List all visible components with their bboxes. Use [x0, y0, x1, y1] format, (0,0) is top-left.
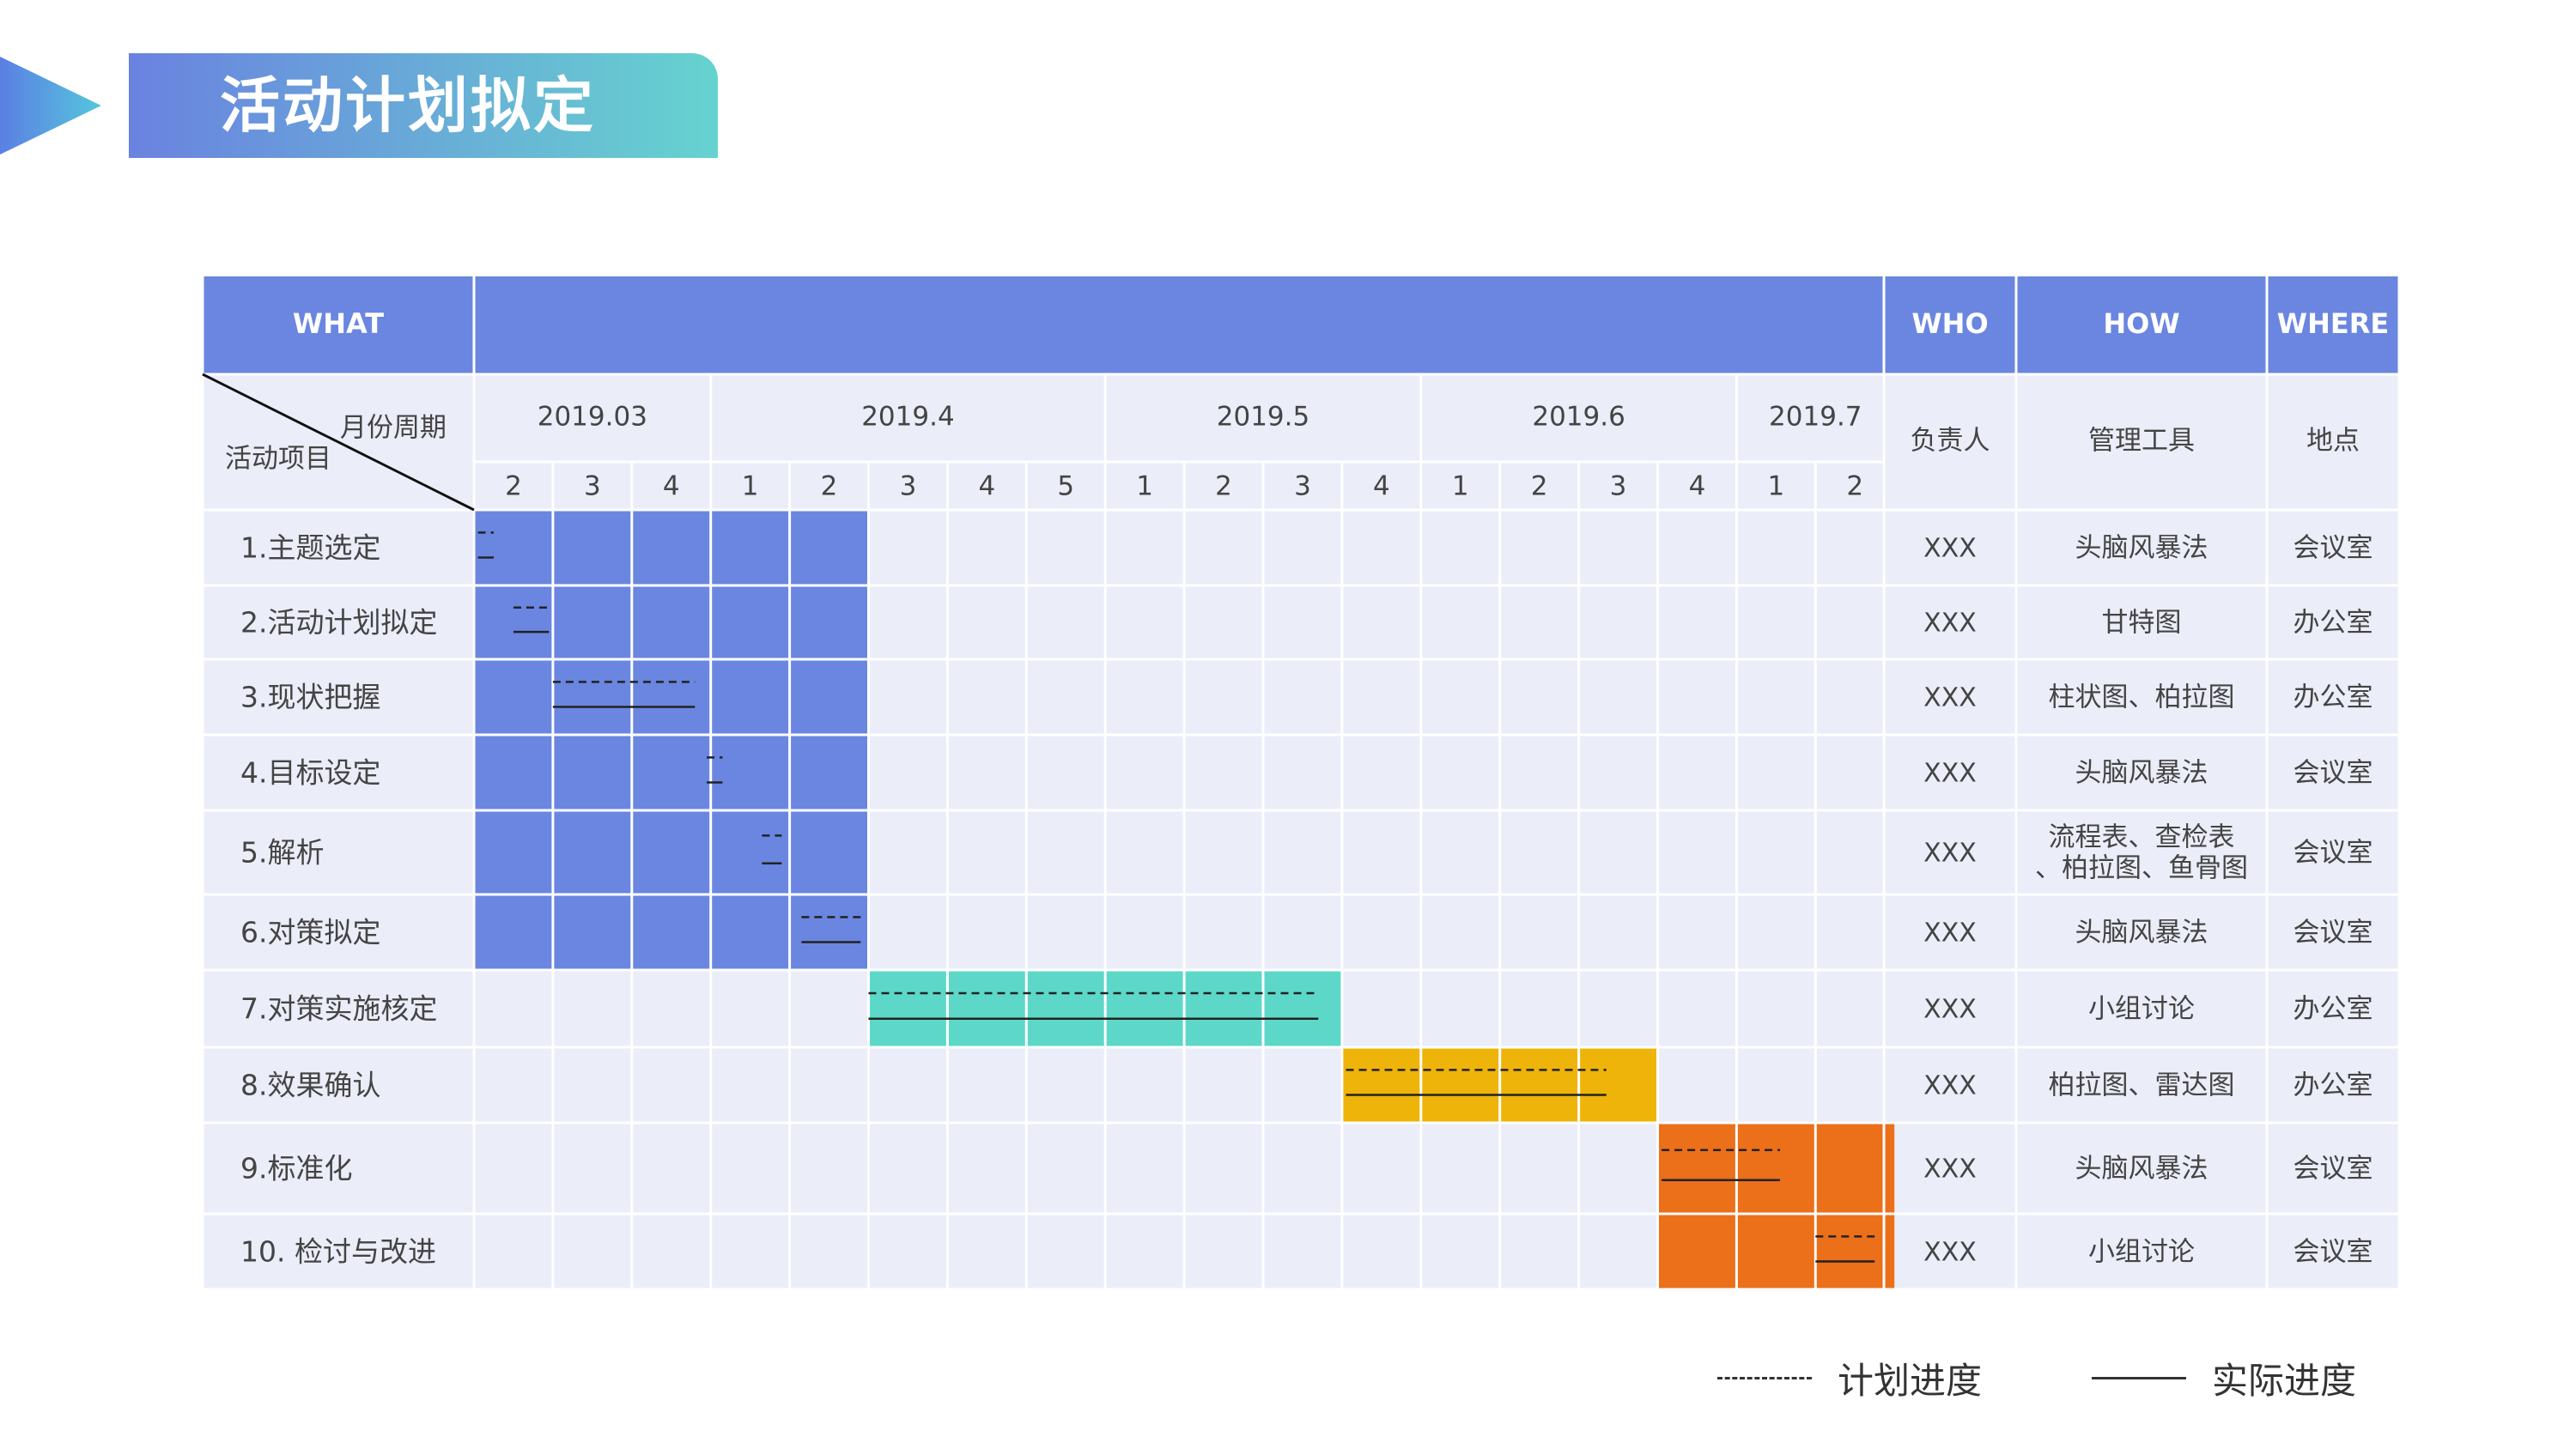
activity-name-4: 4.目标设定 — [240, 756, 381, 790]
week-label: 4 — [1689, 471, 1706, 502]
activity-name-9: 9.标准化 — [240, 1152, 353, 1185]
week-label: 1 — [742, 471, 759, 502]
week-label: 2 — [1215, 471, 1232, 502]
activity-fill-5 — [474, 810, 869, 894]
header-how: HOW — [2103, 307, 2179, 340]
week-label: 4 — [663, 471, 680, 502]
owner-1: XXX — [1923, 534, 1977, 564]
legend-actual-label: 实际进度 — [2212, 1359, 2357, 1402]
tool-2: 甘特图 — [2102, 608, 2182, 639]
table-header — [203, 276, 2399, 374]
legend-actual-line — [2092, 1376, 2186, 1379]
week-label: 3 — [584, 471, 601, 502]
owner-7: XXX — [1923, 995, 1977, 1025]
tool-5-line1: 流程表、查检表 — [2049, 822, 2235, 853]
location-10: 会议室 — [2293, 1237, 2373, 1268]
week-label: 3 — [900, 471, 917, 502]
month-label-2: 2019.4 — [861, 402, 954, 433]
activity-fill-10 — [1657, 1214, 1895, 1289]
tool-1: 头脑风暴法 — [2075, 533, 2208, 564]
header-what: WHAT — [293, 307, 384, 340]
tool-4: 头脑风暴法 — [2075, 758, 2208, 789]
header-who: WHO — [1911, 307, 1988, 340]
location-3: 办公室 — [2293, 682, 2373, 713]
location-2: 办公室 — [2293, 608, 2373, 639]
tool-3: 柱状图、柏拉图 — [2049, 682, 2235, 713]
location-8: 办公室 — [2293, 1070, 2373, 1101]
week-label: 3 — [1610, 471, 1627, 502]
legend-plan-label: 计划进度 — [1838, 1359, 1983, 1402]
corner-label-period: 月份周期 — [340, 413, 447, 444]
owner-3: XXX — [1923, 683, 1977, 713]
location-1: 会议室 — [2293, 533, 2373, 564]
owner-4: XXX — [1923, 759, 1977, 789]
subheader-who: 负责人 — [1911, 426, 1990, 457]
owner-6: XXX — [1923, 919, 1977, 949]
week-label: 4 — [1373, 471, 1390, 502]
tool-6: 头脑风暴法 — [2075, 918, 2208, 949]
week-label: 2 — [821, 471, 838, 502]
activity-fill-3 — [474, 659, 869, 735]
tool-9: 头脑风暴法 — [2075, 1154, 2208, 1185]
week-label: 3 — [1294, 471, 1311, 502]
subheader-how: 管理工具 — [2088, 426, 2195, 457]
owner-8: XXX — [1923, 1071, 1977, 1101]
month-label-4: 2019.6 — [1532, 402, 1625, 433]
tool-8: 柏拉图、雷达图 — [2049, 1070, 2235, 1101]
tool-10: 小组讨论 — [2088, 1237, 2195, 1268]
owner-9: XXX — [1923, 1155, 1977, 1185]
location-4: 会议室 — [2293, 758, 2373, 789]
activity-name-10: 10. 检讨与改进 — [240, 1235, 436, 1269]
legend-actual: 实际进度 — [2092, 1348, 2356, 1408]
legend-plan-line — [1717, 1376, 1812, 1379]
week-label: 1 — [1452, 471, 1469, 502]
month-label-1: 2019.03 — [538, 402, 647, 433]
activity-name-5: 5.解析 — [240, 836, 325, 870]
month-label-5: 2019.7 — [1769, 402, 1862, 433]
location-7: 办公室 — [2293, 994, 2373, 1025]
week-label: 2 — [505, 471, 522, 502]
activity-name-7: 7.对策实施核定 — [240, 992, 438, 1026]
activity-fill-6 — [474, 894, 869, 970]
activity-fill-4 — [474, 735, 869, 810]
tool-5-line2: 、柏拉图、鱼骨图 — [2035, 853, 2248, 884]
header-where: WHERE — [2277, 307, 2389, 340]
week-label: 5 — [1057, 471, 1074, 502]
activity-fill-9 — [1657, 1123, 1895, 1214]
activity-name-1: 1.主题选定 — [240, 531, 381, 565]
activity-name-3: 3.现状把握 — [240, 681, 381, 714]
week-label: 2 — [1531, 471, 1548, 502]
owner-2: XXX — [1923, 609, 1977, 639]
week-label: 4 — [978, 471, 995, 502]
activity-name-6: 6.对策拟定 — [240, 916, 381, 949]
owner-10: XXX — [1923, 1238, 1977, 1268]
week-label: 1 — [1136, 471, 1153, 502]
activity-name-8: 8.效果确认 — [240, 1069, 381, 1102]
gantt-chart: WHAT WHO HOW WHERE 2019.03 2019.4 2019.5 2019.6… — [201, 276, 2401, 1291]
legend-plan: 计划进度 — [1717, 1348, 1982, 1408]
activity-fill-2 — [474, 585, 869, 659]
week-label: 2 — [1846, 471, 1863, 502]
location-5: 会议室 — [2293, 838, 2373, 869]
owner-5: XXX — [1923, 839, 1977, 869]
activity-fill-1 — [474, 510, 869, 585]
location-6: 会议室 — [2293, 918, 2373, 949]
week-label: 1 — [1767, 471, 1784, 502]
month-label-3: 2019.5 — [1217, 402, 1309, 433]
subheader-where: 地点 — [2306, 426, 2360, 457]
location-9: 会议室 — [2293, 1154, 2373, 1185]
activity-name-2: 2.活动计划拟定 — [240, 606, 438, 640]
corner-label-activity: 活动项目 — [225, 444, 331, 475]
tool-7: 小组讨论 — [2088, 994, 2195, 1025]
